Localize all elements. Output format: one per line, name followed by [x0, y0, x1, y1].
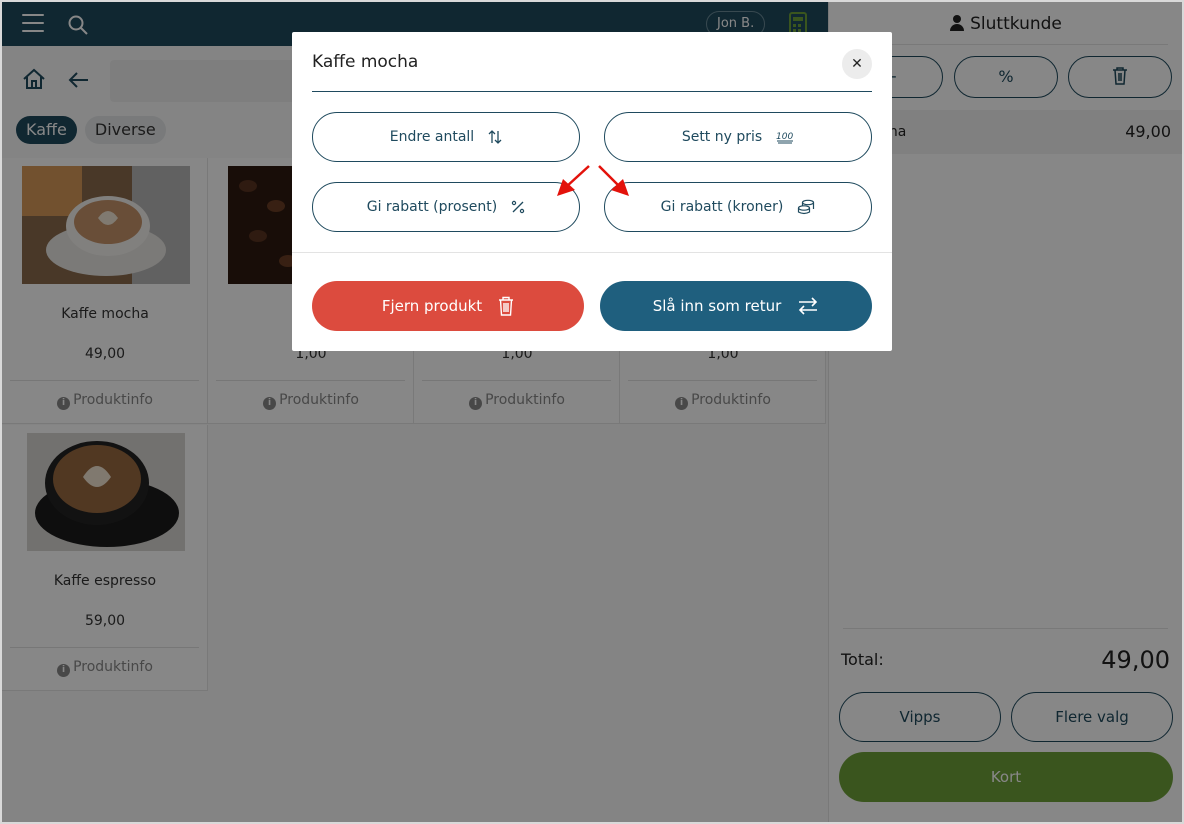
annotation-arrows — [557, 165, 629, 196]
annotation-arrow-left — [565, 165, 590, 188]
annotation-arrow-right — [598, 165, 621, 188]
